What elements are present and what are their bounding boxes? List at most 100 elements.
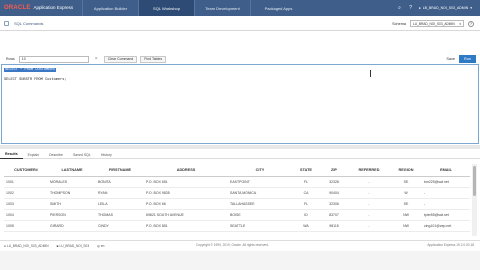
cell: 69821 SOUTH AVENUE [144,209,228,221]
cell: P.O. BOX 851 [144,220,228,232]
cell: PIERSON [48,209,96,221]
schema-value: LU_BRAD_NOI_S03_ADMIN [413,21,455,26]
cell: ID [292,209,320,221]
cell: - [348,187,390,199]
editor-line-selected: SELECT * FROM CUSTOMERS [4,68,56,72]
result-tabs: Results Explain Describe Saved SQL Histo… [0,150,480,159]
tab-packaged-apps[interactable]: Packaged Apps [250,0,306,16]
column-header: EMAIL [422,164,470,177]
footer-user[interactable]: ● LU_BRAD_NOI_S03_ADMIN [4,244,49,248]
chevron-down-icon: ▾ [470,6,472,10]
tab-results[interactable]: Results [0,150,23,159]
rows-value: 10 [21,57,26,61]
footer-language-label: en [100,243,105,248]
help-icon[interactable]: ? [468,20,474,27]
cell: LEILA [96,198,144,210]
cell: 83707 [320,209,348,221]
cell: NW [390,220,422,232]
table-row: 1001 MORALES BONITA P.O. BOX 651 EASTPOI… [4,176,470,188]
tab-team-development[interactable]: Team Development [194,0,250,16]
cell: 32328 [320,176,348,188]
cell: cing101@zep.net [422,220,470,232]
save-button[interactable]: Save [446,57,455,61]
table-header-row: CUSTOMER# LASTNAME FIRSTNAME ADDRESS CIT… [4,164,470,177]
top-header: ORACLE Application Express Application B… [0,0,480,16]
cell: FL [292,176,320,188]
cell: - [422,198,470,210]
cell: 1004 [4,209,48,221]
product-name: Application Express [33,5,74,10]
workspace-icon: ■ [56,243,59,248]
cell: 1001 [4,176,48,188]
user-icon: ● [4,243,6,248]
sql-commands-icon [4,21,9,26]
schema-select[interactable]: LU_BRAD_NOI_S03_ADMIN ▾ [410,20,464,27]
cell: NW [390,209,422,221]
tab-application-builder[interactable]: Application Builder [82,0,138,16]
editor-line: SELECT SUBSTR FROM Customers; [4,78,67,82]
cell: tpier55@sat.net [422,209,470,221]
cell: - [348,198,390,210]
tab-saved-sql[interactable]: Saved SQL [68,150,96,159]
cell: SE [390,198,422,210]
cell: P.O. BOX 651 [144,176,228,188]
footer-workspace-label: LU_BRAD_NOI_S03 [59,243,90,248]
chevron-down-icon: ▾ [459,21,461,26]
cell: - [348,176,390,188]
cell: W [390,187,422,199]
help-icon[interactable]: ? [408,5,414,11]
scrollbar-thumb[interactable] [473,166,476,196]
cell: THOMAS [96,209,144,221]
user-icon: ● [418,6,421,10]
footer-workspace[interactable]: ■ LU_BRAD_NOI_S03 [57,244,90,248]
run-button[interactable]: Run [459,55,476,63]
main-nav: Application Builder SQL Workshop Team De… [82,0,306,16]
page-title[interactable]: SQL Commands [14,21,43,26]
rows-select[interactable]: 10 [18,55,89,63]
bottom-strip [0,251,480,270]
footer-language[interactable]: ◍ en [97,244,104,248]
column-header: CITY [228,164,292,177]
cell: CA [292,187,320,199]
column-header: ZIP [320,164,348,177]
sql-editor[interactable]: SELECT * FROM CUSTOMERS SELECT SUBSTR FR… [1,64,479,144]
cell: RYAN [96,187,144,199]
user-name: LB_BRAD_NOI_S03_ADMIN [422,6,469,10]
column-header: LASTNAME [48,164,96,177]
cell: TALLAHASSEE [228,198,292,210]
footer-user-label: LU_BRAD_NOI_S03_ADMIN [6,243,49,248]
cell: 98115 [320,220,348,232]
search-icon[interactable]: ⌕ [397,5,403,11]
vertical-scrollbar[interactable] [472,164,477,236]
tab-sql-workshop[interactable]: SQL Workshop [138,0,194,16]
tab-history[interactable]: History [96,150,117,159]
clear-command-button[interactable]: Clear Command [103,55,138,63]
pane-splitter[interactable] [0,145,480,149]
cell: WA [292,220,320,232]
user-menu[interactable]: ● LB_BRAD_NOI_S03_ADMIN ▾ [419,6,472,10]
clear-icon[interactable]: × [94,56,99,62]
column-header: ADDRESS [144,164,228,177]
cell: GIRARD [48,220,96,232]
rows-label: Rows [6,57,15,61]
column-header: REGION [390,164,422,177]
app-logo[interactable]: ORACLE Application Express [0,5,82,11]
brand-name: ORACLE [4,5,31,11]
cell: 90404 [320,187,348,199]
cell: bm225@sat.net [422,176,470,188]
tab-explain[interactable]: Explain [23,150,44,159]
schema-label: Schema [392,21,406,26]
cell: FL [292,198,320,210]
version-text: Application Express 19.2.0.00.18 [427,243,474,247]
cell: MORALES [48,176,96,188]
cell: 32306 [320,198,348,210]
tab-describe[interactable]: Describe [44,150,68,159]
cell: - [422,187,470,199]
find-tables-button[interactable]: Find Tables [140,55,167,63]
table-row: 1005 GIRARD CINDY P.O. BOX 851 SEATTLE W… [4,220,470,232]
results-table: CUSTOMER# LASTNAME FIRSTNAME ADDRESS CIT… [4,164,470,232]
cell: CINDY [96,220,144,232]
cell: SANTA MONICA [228,187,292,199]
cell: - [348,209,390,221]
cell: 1002 [4,187,48,199]
